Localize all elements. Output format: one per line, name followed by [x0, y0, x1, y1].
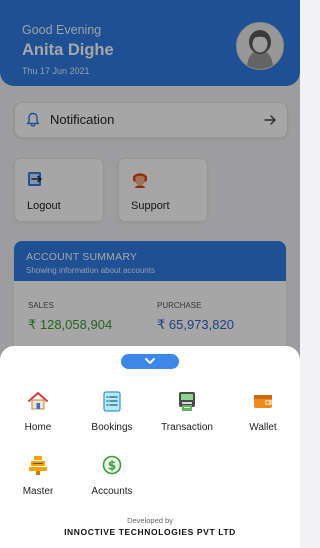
menu-item-home[interactable]: Home: [3, 390, 73, 433]
company-name: INNOCTIVE TECHNOLOGIES PVT LTD: [64, 527, 236, 537]
menu-item-transaction[interactable]: Transaction: [152, 390, 222, 433]
accounts-icon: $: [77, 454, 147, 476]
menu-item-master[interactable]: Master: [3, 454, 73, 497]
menu-label-accounts: Accounts: [91, 486, 133, 497]
menu-item-wallet[interactable]: Wallet: [228, 390, 298, 433]
home-icon: [3, 390, 73, 412]
bookings-icon: [77, 390, 147, 412]
menu-bottom-sheet: Home Bookings Transaction Wallet Master …: [0, 346, 300, 548]
menu-label-home: Home: [24, 422, 52, 433]
menu-label-wallet: Wallet: [249, 422, 277, 433]
svg-text:$: $: [108, 459, 116, 473]
menu-label-transaction: Transaction: [161, 422, 213, 433]
transaction-icon: [152, 390, 222, 412]
collapse-menu-button[interactable]: [121, 354, 179, 369]
wallet-icon: [228, 390, 298, 412]
menu-item-accounts[interactable]: $ Accounts: [77, 454, 147, 497]
menu-label-bookings: Bookings: [91, 422, 133, 433]
developed-by-label: Developed by: [127, 516, 173, 525]
chevron-down-icon: [145, 358, 155, 364]
menu-item-bookings[interactable]: Bookings: [77, 390, 147, 433]
menu-label-master: Master: [22, 486, 54, 497]
master-icon: [3, 454, 73, 476]
